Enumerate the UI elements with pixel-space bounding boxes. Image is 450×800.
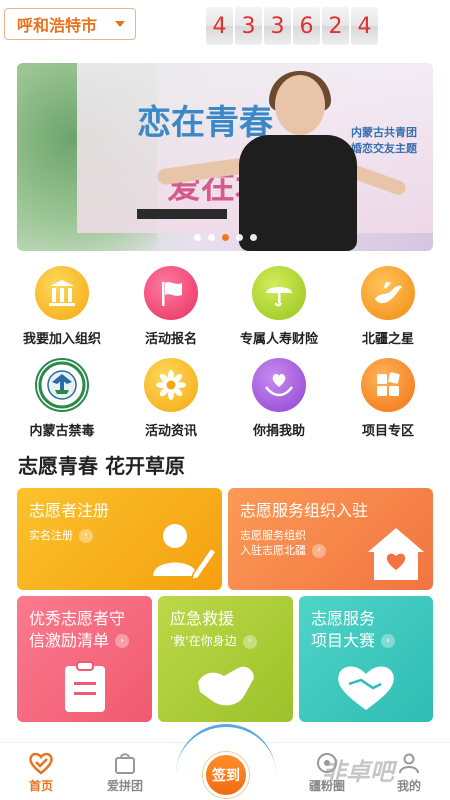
heart-handshake-icon xyxy=(338,666,394,710)
shopping-bag-icon xyxy=(112,751,138,775)
card-subtitle: 实名注册 › xyxy=(29,528,93,543)
nav-home[interactable]: 首页 xyxy=(6,743,76,800)
nav-group-buy[interactable]: 爱拼团 xyxy=(90,743,160,800)
card-title-line2: 项目大赛 xyxy=(311,631,376,650)
chevron-right-icon: › xyxy=(381,634,396,648)
grid-item-label: 北疆之星 xyxy=(361,332,414,347)
card-title: 志愿服务 项目大赛 › xyxy=(311,608,396,652)
card-subtitle-line2: 入驻志愿北疆 xyxy=(240,544,306,557)
card-title-line1: 志愿服务 xyxy=(311,609,376,628)
grid-item-label: 我要加入组织 xyxy=(22,332,101,347)
grid-item-label: 内蒙古禁毒 xyxy=(29,424,95,439)
grid-item-label: 活动资讯 xyxy=(144,424,197,439)
nav-label: 爱拼团 xyxy=(106,779,143,793)
person-edit-icon xyxy=(153,524,217,582)
grid-item-insurance[interactable]: 专属人寿财险 xyxy=(229,266,329,347)
grid-item-activity-news[interactable]: 活动资讯 xyxy=(121,358,221,439)
chevron-right-icon: › xyxy=(79,528,93,543)
excellent-volunteer-card[interactable]: 优秀志愿者守 信激励清单 › xyxy=(17,596,152,722)
grid-item-label: 专属人寿财险 xyxy=(239,332,318,347)
grid-item-donate[interactable]: 你捐我助 xyxy=(229,358,329,439)
grid-item-activity-signup[interactable]: 活动报名 xyxy=(121,266,221,347)
dove-hand-icon xyxy=(361,266,415,320)
card-title-line2-wrap: 项目大赛 › xyxy=(311,630,396,652)
carousel-dot[interactable] xyxy=(249,234,257,241)
user-icon xyxy=(396,751,422,775)
carousel-dot[interactable] xyxy=(235,234,243,241)
chevron-right-icon: › xyxy=(312,543,326,558)
org-join-card[interactable]: 志愿服务组织入驻 志愿服务组织 入驻志愿北疆 › xyxy=(228,488,433,590)
card-title-line1: 优秀志愿者守 xyxy=(29,609,126,628)
carousel-dot[interactable] xyxy=(193,234,201,241)
grid-item-label: 项目专区 xyxy=(361,424,414,439)
city-selector[interactable]: 呼和浩特市 xyxy=(4,8,136,40)
card-subtitle-line1: 志愿服务组织 xyxy=(240,529,306,542)
top-header: 呼和浩特市 4 3 3 6 2 4 xyxy=(0,0,450,56)
person-head xyxy=(275,75,325,135)
clipboard-icon xyxy=(65,661,105,712)
house-heart-icon xyxy=(368,528,424,580)
grid-item-projects[interactable]: 项目专区 xyxy=(338,358,438,439)
nav-label: 我的 xyxy=(396,779,421,793)
card-title: 优秀志愿者守 信激励清单 › xyxy=(29,608,130,652)
banner-org-text: 内蒙古共青团 婚恋交友主题 xyxy=(351,125,417,157)
section-title: 志愿青春 花开草原 xyxy=(18,454,185,478)
watermark-text: 非卓吧 xyxy=(322,758,394,786)
banner-carousel[interactable]: 恋在青春 爱在北疆 内蒙古共青团 婚恋交友主题 xyxy=(17,63,433,251)
umbrella-icon xyxy=(252,266,306,320)
banner-org-line2: 婚恋交友主题 xyxy=(351,142,417,155)
card-title: 志愿服务组织入驻 xyxy=(240,501,369,520)
heart-hands-icon xyxy=(252,358,306,412)
card-title: 应急救援 xyxy=(170,609,235,628)
banner-org-line1: 内蒙古共青团 xyxy=(351,126,417,139)
grid-item-north-star[interactable]: 北疆之星 xyxy=(338,266,438,347)
flower-icon xyxy=(144,358,198,412)
counter-digit: 2 xyxy=(322,7,349,45)
checkin-button[interactable]: 签到 xyxy=(203,752,249,798)
counter-digit: 6 xyxy=(293,7,320,45)
counter-digit: 3 xyxy=(264,7,291,45)
carousel-indicators xyxy=(17,234,433,241)
card-title-line2-wrap: 信激励清单 › xyxy=(29,630,130,652)
grid-item-label: 你捐我助 xyxy=(252,424,305,439)
grid-blocks-icon xyxy=(361,358,415,412)
card-subtitle: 志愿服务组织 入驻志愿北疆 › xyxy=(240,528,326,558)
keyboard-instrument xyxy=(137,209,227,219)
card-subtitle: '救'在你身边 › xyxy=(170,634,257,649)
emergency-rescue-card[interactable]: 应急救援 '救'在你身边 › xyxy=(158,596,293,722)
carousel-dot-active[interactable] xyxy=(221,234,229,241)
anti-drug-emblem-icon xyxy=(35,358,89,412)
city-name: 呼和浩特市 xyxy=(17,16,98,35)
grid-item-label: 活动报名 xyxy=(144,332,197,347)
service-contest-card[interactable]: 志愿服务 项目大赛 › xyxy=(299,596,433,722)
card-subtitle-line2-wrap: 入驻志愿北疆 › xyxy=(240,543,326,558)
card-subtitle-text: 实名注册 xyxy=(29,529,73,542)
building-icon xyxy=(35,266,89,320)
home-heart-icon xyxy=(28,751,54,775)
card-subtitle-text: '救'在你身边 xyxy=(170,634,237,648)
counter-digit: 4 xyxy=(351,7,378,45)
chevron-down-icon xyxy=(115,21,125,27)
card-title: 志愿者注册 xyxy=(29,501,110,520)
counter-digit: 4 xyxy=(206,7,233,45)
nav-label: 首页 xyxy=(28,779,53,793)
chevron-right-icon: › xyxy=(115,634,130,648)
handshake-rescue-icon xyxy=(198,666,254,706)
carousel-dot[interactable] xyxy=(207,234,215,241)
grid-item-join-org[interactable]: 我要加入组织 xyxy=(12,266,112,347)
counter-digit: 3 xyxy=(235,7,262,45)
visitor-counter: 4 3 3 6 2 4 xyxy=(206,7,378,45)
chevron-right-icon: › xyxy=(242,634,257,649)
flag-icon xyxy=(144,266,198,320)
grid-item-anti-drug[interactable]: 内蒙古禁毒 xyxy=(12,358,112,439)
banner-slogan-line1: 恋在青春 xyxy=(137,103,273,143)
card-title-line2: 信激励清单 xyxy=(29,631,110,650)
volunteer-register-card[interactable]: 志愿者注册 实名注册 › xyxy=(17,488,222,590)
